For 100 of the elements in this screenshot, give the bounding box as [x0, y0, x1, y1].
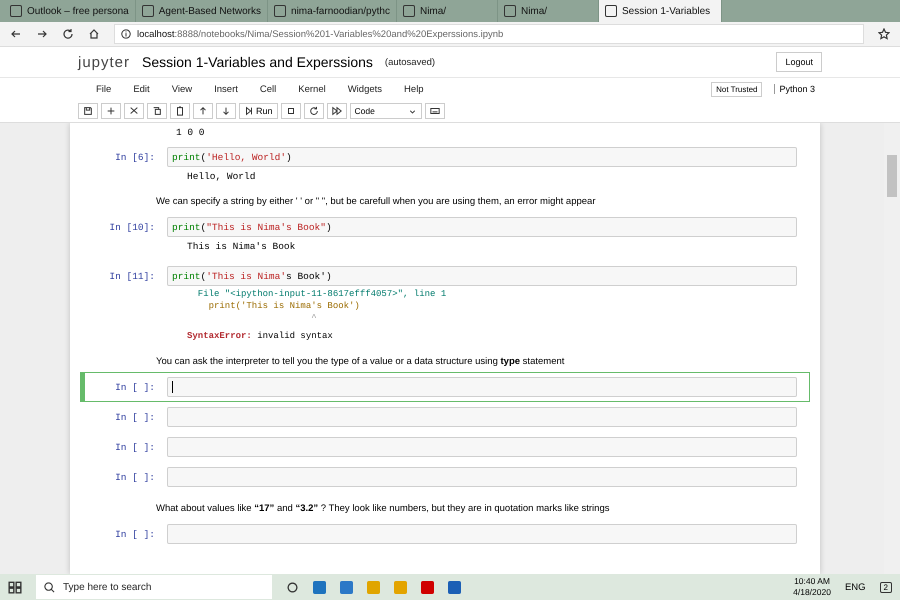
input-prompt: In [ ]: [114, 442, 156, 452]
browser-tab[interactable]: Session 1-Variables [598, 0, 722, 22]
app-icon[interactable] [340, 580, 353, 594]
markdown-text: We can specify a string by either ' ' or " ", but be carefull when you are using them, an error might appear [155, 195, 597, 209]
run-button[interactable]: Run [239, 103, 278, 119]
add-cell-button[interactable] [101, 103, 121, 119]
paste-button[interactable] [170, 103, 190, 119]
plus-icon [106, 106, 116, 116]
kernel-name: Python 3 [774, 84, 815, 94]
info-icon [121, 29, 131, 39]
arrow-down-icon [221, 106, 231, 116]
code-cell[interactable]: In [10]: print("This is Nima's Book") This is Nima's Book [80, 212, 810, 261]
cell-output: Hello, World [186, 170, 256, 184]
refresh-icon [62, 28, 74, 40]
save-status: (autosaved) [384, 56, 436, 68]
code-token: ) [326, 222, 332, 232]
logout-button[interactable]: Logout [776, 52, 822, 72]
traceback-line: File "<ipython-input-11-8617efff4057>", line 1 [196, 288, 448, 300]
notification-count[interactable]: 2 [880, 582, 892, 592]
code-token: s Book') [286, 270, 332, 282]
fast-forward-icon [332, 106, 342, 116]
taskbar-search-field[interactable]: Type here to search [36, 575, 272, 599]
code-token: print [172, 152, 201, 162]
move-down-button[interactable] [216, 103, 236, 119]
code-token: 'Hello, World' [206, 152, 286, 162]
restart-button[interactable] [304, 103, 324, 119]
traceback-line: ^ [310, 312, 318, 324]
menu-item[interactable]: Help [393, 84, 435, 94]
save-button[interactable] [78, 103, 98, 119]
notebook-title[interactable]: Session 1-Variables and Experssions [142, 54, 373, 70]
input-prompt: In [ ]: [114, 412, 156, 422]
language-indicator[interactable]: ENG [844, 582, 866, 592]
tab-title: nima-farnoodian/pythc [291, 6, 390, 16]
input-prompt: In [ ]: [114, 528, 156, 540]
menu-item[interactable]: Widgets [336, 84, 394, 94]
address-bar[interactable]: localhost:8888/notebooks/Nima/Session%201-Variables%20and%20Experssions.ipynb [114, 24, 864, 44]
star-icon [878, 28, 890, 40]
forward-icon [36, 28, 48, 40]
trust-button[interactable]: Not Trusted [711, 82, 762, 96]
app-icon[interactable] [313, 580, 326, 594]
menu-item[interactable]: Insert [203, 84, 249, 94]
keyboard-icon [430, 106, 440, 116]
step-icon [244, 106, 254, 116]
clock-date: 4/18/2020 [793, 587, 831, 598]
clock-time: 10:40 AM [794, 576, 830, 587]
tab-title: Nima/ [520, 6, 548, 16]
code-cell[interactable]: In [ ]: [80, 462, 810, 492]
markdown-text: What about values like “17” and “3.2” ? They look like numbers, but they are in quotation marks like strings [155, 502, 610, 516]
code-cell[interactable]: In [6]: print('Hello, World') Hello, World [80, 142, 810, 191]
cell-type-dropdown[interactable]: Code [350, 103, 422, 119]
code-editor[interactable]: print('Hello, World') [167, 147, 797, 167]
jupyter-logo[interactable]: jupyter [78, 54, 130, 70]
app-icon[interactable] [448, 580, 461, 594]
keyboard-button[interactable] [424, 103, 445, 119]
page-icon [142, 5, 154, 17]
markdown-text: You can ask the interpreter to tell you the type of a value or a data structure using type statement [155, 355, 566, 369]
code-token: print [172, 222, 201, 232]
traceback-line: print('This is Nima's Book') [208, 300, 361, 312]
code-cell[interactable]: In [11]: print('This is Nima's Book') File "<ipython-input-11-8617efff4057>", line 1 print('This is Nima's Book') ^ SyntaxError: invalid syntax [80, 261, 810, 351]
refresh-icon [308, 106, 319, 116]
input-prompt: In [10]: [108, 222, 156, 232]
page-icon [504, 5, 516, 17]
menu-item[interactable]: Kernel [287, 84, 337, 94]
search-placeholder: Type here to search [63, 582, 152, 592]
app-icon[interactable] [421, 580, 434, 594]
tab-title: Outlook – free persona [27, 6, 129, 16]
stop-button[interactable] [280, 103, 301, 119]
code-cell[interactable]: In [ ]: [80, 519, 810, 549]
page-icon [604, 5, 617, 17]
input-prompt: In [6]: [114, 152, 156, 162]
cell-output: 1 0 0 [175, 127, 206, 140]
code-token: print [172, 270, 201, 282]
code-cell[interactable]: In [ ]: [80, 372, 810, 402]
copy-button[interactable] [147, 103, 167, 119]
save-icon [83, 106, 93, 116]
error-message: SyntaxError: invalid syntax [187, 330, 334, 342]
code-editor[interactable]: print('This is Nima's Book') [167, 266, 797, 286]
tab-title: Nima/ [420, 6, 446, 16]
menu-item[interactable]: Cell [248, 84, 288, 94]
code-editor[interactable]: print("This is Nima's Book") [167, 217, 797, 237]
input-prompt: In [ ]: [114, 382, 156, 392]
input-prompt: In [ ]: [114, 472, 156, 482]
search-icon [44, 582, 55, 592]
tab-title: Session 1-Variables [622, 6, 710, 16]
menu-item[interactable]: View [160, 84, 204, 94]
url-text: localhost:8888/notebooks/Nima/Session%201-Variables%20and%20Experssions.ipynb [137, 28, 504, 40]
menu-item[interactable]: Edit [122, 84, 161, 94]
menu-item[interactable]: File [85, 84, 122, 94]
move-up-button[interactable] [193, 103, 213, 119]
input-prompt: In [11]: [108, 270, 156, 282]
code-cell[interactable]: In [ ]: [80, 402, 810, 432]
windows-icon [8, 580, 22, 594]
arrow-up-icon [198, 106, 208, 116]
cut-button[interactable] [124, 103, 144, 119]
home-icon [88, 28, 100, 40]
code-token: ( [200, 152, 206, 162]
text-cursor [172, 381, 173, 393]
fast-forward-button[interactable] [326, 103, 347, 119]
code-cell[interactable]: In [ ]: [80, 432, 810, 462]
copy-icon [152, 106, 162, 116]
